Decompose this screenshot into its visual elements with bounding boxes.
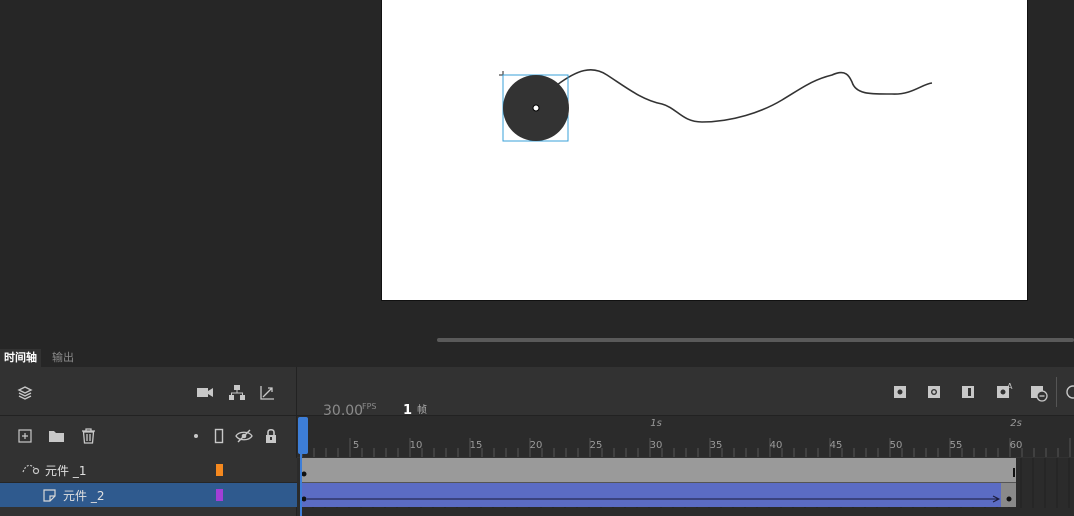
ruler-frame-label: 5 — [352, 440, 360, 451]
ruler-frame-label: 40 — [769, 440, 783, 451]
layer-color-swatch[interactable] — [216, 489, 223, 501]
motion-tween-span[interactable] — [301, 483, 1001, 507]
lock-icon[interactable] — [264, 428, 278, 444]
frame-ruler[interactable]: 5 10 15 20 25 30 35 40 45 50 55 60 1s 2s — [297, 416, 1074, 457]
stage-canvas[interactable] — [381, 0, 1028, 301]
ruler-frame-label: 15 — [469, 440, 483, 451]
toolbar-divider — [1056, 377, 1057, 407]
ruler-frame-label: 25 — [589, 440, 603, 451]
tween-end-keyframe[interactable] — [1001, 483, 1016, 507]
stage-artwork — [499, 69, 933, 142]
outline-icon[interactable] — [214, 428, 224, 444]
horizontal-scrollbar[interactable] — [437, 338, 1074, 342]
delete-keyframe-icon[interactable] — [1030, 384, 1048, 402]
frames-grid[interactable] — [297, 458, 1074, 516]
layer-name[interactable]: 元件 _1 — [45, 462, 86, 479]
insert-blank-keyframe-icon[interactable] — [927, 385, 941, 399]
ruler-frame-label: 20 — [529, 440, 543, 451]
ruler-frame-label: 30 — [649, 440, 663, 451]
ruler-frame-label: 55 — [949, 440, 963, 451]
motion-guide-icon — [22, 462, 40, 476]
layer-name[interactable]: 元件 _2 — [63, 487, 104, 504]
playhead[interactable] — [298, 417, 308, 454]
ruler-frame-label: 10 — [409, 440, 423, 451]
transform-point — [532, 104, 540, 112]
layers-icon[interactable] — [17, 385, 33, 401]
fps-unit: FPS — [362, 402, 377, 411]
folder-icon[interactable] — [48, 429, 65, 443]
hierarchy-icon[interactable] — [228, 384, 246, 401]
layer-row[interactable]: 元件 _1 — [0, 458, 297, 483]
guide-layer-frames[interactable] — [301, 458, 1016, 483]
insert-frame-icon[interactable] — [961, 385, 975, 399]
camera-icon[interactable] — [196, 385, 214, 399]
ruler-frame-label: 60 — [1009, 440, 1023, 451]
timeline-panel: 时间轴 输出 30.00 FPS 1 帧 A 5 10 15 20 25 30 … — [0, 349, 1074, 516]
auto-keyframe-icon[interactable]: A — [996, 382, 1014, 400]
tab-output[interactable]: 输出 — [48, 349, 78, 367]
motion-guide-path — [556, 69, 933, 123]
frame-unit: 帧 — [417, 405, 427, 416]
ruler-second-label: 2s — [1010, 418, 1022, 429]
ruler-frame-label: 50 — [889, 440, 903, 451]
ruler-frame-label: 35 — [709, 440, 723, 451]
tab-timeline[interactable]: 时间轴 — [0, 349, 41, 367]
svg-text:A: A — [1007, 382, 1013, 391]
layer-color-swatch[interactable] — [216, 464, 223, 476]
ruler-second-label: 1s — [650, 418, 662, 429]
layer-icon — [43, 488, 57, 502]
insert-keyframe-icon[interactable] — [893, 385, 907, 399]
panel-tabs: 时间轴 输出 — [0, 349, 1074, 367]
trash-icon[interactable] — [81, 428, 96, 444]
playhead-line — [300, 453, 302, 516]
ruler-frame-label: 45 — [829, 440, 843, 451]
timeline-toolbar: 30.00 FPS 1 帧 A — [0, 367, 1074, 419]
dot-icon[interactable] — [192, 431, 200, 441]
stage-area — [0, 0, 1074, 346]
eye-slash-icon[interactable] — [235, 429, 253, 443]
onion-skin-icon[interactable] — [1066, 385, 1074, 399]
layer-row-selected[interactable]: 元件 _2 — [0, 483, 297, 507]
graph-icon[interactable] — [259, 384, 276, 401]
add-layer-icon[interactable] — [18, 429, 32, 443]
